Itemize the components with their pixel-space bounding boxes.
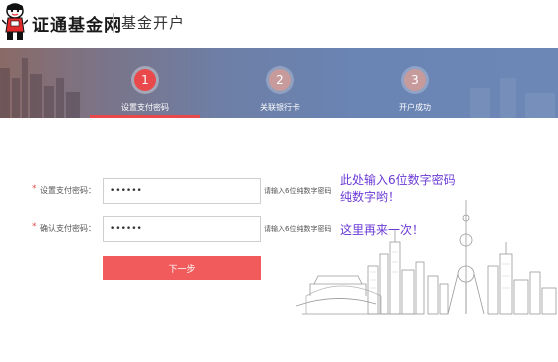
step-link-bank-card: 2 关联银行卡 [225, 48, 335, 118]
annotation-line-1: 此处输入6位数字密码 [340, 173, 456, 187]
confirm-password-label: 确认支付密码： [40, 224, 96, 233]
header: 证通基金网 基金开户 [0, 0, 558, 48]
step-number: 2 [269, 69, 291, 91]
step-number: 3 [404, 69, 426, 91]
password-input[interactable] [103, 178, 261, 204]
required-mark: * [32, 184, 37, 194]
active-step-indicator [90, 115, 200, 118]
step-label: 设置支付密码 [121, 103, 169, 112]
header-divider [113, 13, 114, 33]
password-hint: 请输入6位纯数字密码 [264, 187, 332, 195]
step-account-opened: 3 开户成功 [360, 48, 470, 118]
step-label: 开户成功 [399, 103, 431, 112]
city-skyline-illustration-icon [296, 200, 557, 315]
mascot-logo-icon[interactable] [2, 2, 28, 42]
confirm-password-input[interactable] [103, 216, 261, 242]
step-label: 关联银行卡 [260, 103, 300, 112]
brand-name[interactable]: 证通基金网 [32, 11, 122, 36]
password-label: 设置支付密码： [40, 186, 96, 195]
step-number: 1 [134, 69, 156, 91]
page-title: 基金开户 [121, 14, 186, 32]
next-step-button[interactable]: 下一步 [103, 256, 261, 280]
step-set-password: 1 设置支付密码 [90, 48, 200, 118]
required-mark: * [32, 222, 37, 232]
progress-banner: 1 设置支付密码 2 关联银行卡 3 开户成功 [0, 48, 558, 118]
